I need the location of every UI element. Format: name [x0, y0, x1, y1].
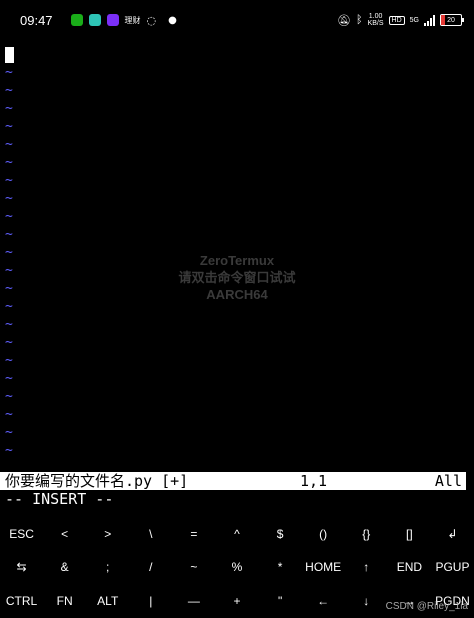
- watermark-app-name: ZeroTermux: [199, 253, 275, 268]
- key-plus[interactable]: +: [215, 584, 258, 618]
- signal-label: 5G: [409, 16, 419, 24]
- key-tilde[interactable]: ~: [172, 551, 215, 585]
- key-less-than[interactable]: <: [43, 517, 86, 551]
- key-parentheses[interactable]: (): [302, 517, 345, 551]
- key-left-arrow[interactable]: ←: [302, 584, 345, 618]
- key-caret[interactable]: ^: [215, 517, 258, 551]
- tilde-line: ~: [5, 371, 13, 386]
- key-backslash[interactable]: \: [129, 517, 172, 551]
- tilde-line: ~: [5, 389, 13, 404]
- watermark-arch: AARCH64: [206, 287, 268, 302]
- tilde-line: ~: [5, 155, 13, 170]
- status-left: 09:47 理财 ◌ ●: [20, 13, 177, 28]
- tilde-line: ~: [5, 119, 13, 134]
- key-home[interactable]: HOME: [302, 551, 345, 585]
- finance-label: 理财: [124, 15, 141, 25]
- key-end[interactable]: END: [388, 551, 431, 585]
- status-bar: 09:47 理财 ◌ ● 🔕︎ ᛒ 1.00 KB/S HD 5G 20: [0, 0, 474, 40]
- key-quote[interactable]: ": [259, 584, 302, 618]
- statusline-scroll: All: [434, 472, 462, 490]
- key-dash[interactable]: —: [172, 584, 215, 618]
- battery-icon: 20: [440, 14, 464, 26]
- vim-statusline: 你要编写的文件名.py [+] 1,1 All: [0, 472, 466, 490]
- tilde-line: ~: [5, 101, 13, 116]
- key-percent[interactable]: %: [215, 551, 258, 585]
- key-esc[interactable]: ESC: [0, 517, 43, 551]
- key-pgup[interactable]: PGUP: [431, 551, 474, 585]
- notification-dot-icon: ●: [168, 14, 177, 26]
- tilde-line: ~: [5, 353, 13, 368]
- zerotermux-watermark: ZeroTermux 请双击命令窗口试试 AARCH64: [0, 252, 474, 303]
- signal-icon: [424, 14, 435, 26]
- key-fn[interactable]: FN: [43, 584, 86, 618]
- key-up-arrow[interactable]: ↑: [345, 551, 388, 585]
- statusline-filename: 你要编写的文件名.py [+]: [5, 472, 189, 490]
- bluetooth-icon: ᛒ: [355, 14, 363, 26]
- key-semicolon[interactable]: ;: [86, 551, 129, 585]
- key-tab[interactable]: ⇆: [0, 551, 43, 585]
- vim-mode-indicator: -- INSERT --: [5, 490, 114, 508]
- tilde-line: ~: [5, 137, 13, 152]
- watermark-hint: 请双击命令窗口试试: [178, 270, 296, 285]
- key-slash[interactable]: /: [129, 551, 172, 585]
- tilde-line: ~: [5, 335, 13, 350]
- hd-badge: HD: [388, 15, 405, 25]
- status-time: 09:47: [20, 12, 53, 28]
- tilde-line: ~: [5, 173, 13, 188]
- tilde-line: ~: [5, 317, 13, 332]
- key-braces[interactable]: {}: [345, 517, 388, 551]
- tilde-line: ~: [5, 83, 13, 98]
- tilde-line: ~: [5, 425, 13, 440]
- key-ctrl[interactable]: CTRL: [0, 584, 43, 618]
- key-dollar[interactable]: $: [259, 517, 302, 551]
- key-enter[interactable]: ↲: [431, 517, 474, 551]
- battery-level: 20: [447, 16, 455, 24]
- soul-icon: [88, 14, 101, 26]
- wechat-icon: [70, 14, 83, 26]
- tilde-line: ~: [5, 209, 13, 224]
- statusline-position: 1,1: [300, 472, 328, 490]
- key-asterisk[interactable]: *: [259, 551, 302, 585]
- tilde-line: ~: [5, 65, 13, 80]
- app-icon: [106, 14, 119, 26]
- key-alt[interactable]: ALT: [86, 584, 129, 618]
- key-ampersand[interactable]: &: [43, 551, 86, 585]
- key-greater-than[interactable]: >: [86, 517, 129, 551]
- status-right: 🔕︎ ᛒ 1.00 KB/S HD 5G 20: [337, 13, 464, 27]
- network-speed: 1.00 KB/S: [367, 13, 384, 27]
- tilde-line: ~: [5, 407, 13, 422]
- mute-icon: 🔕︎: [337, 14, 351, 27]
- tilde-line: ~: [5, 443, 13, 458]
- messenger-icon: ◌: [146, 13, 157, 27]
- tilde-line: ~: [5, 227, 13, 242]
- csdn-watermark: CSDN @Riley_1ia: [385, 601, 468, 612]
- terminal-screen[interactable]: ~ ~ ~ ~ ~ ~ ~ ~ ~ ~ ~ ~ ~ ~ ~ ~ ~ ~ ~ ~ ~ ~ ZeroTermux 请双击命令窗…: [0, 40, 474, 510]
- key-equals[interactable]: =: [172, 517, 215, 551]
- key-brackets[interactable]: []: [388, 517, 431, 551]
- key-down-arrow[interactable]: ↓: [345, 584, 388, 618]
- tilde-line: ~: [5, 191, 13, 206]
- text-cursor: [5, 47, 14, 63]
- key-pipe[interactable]: |: [129, 584, 172, 618]
